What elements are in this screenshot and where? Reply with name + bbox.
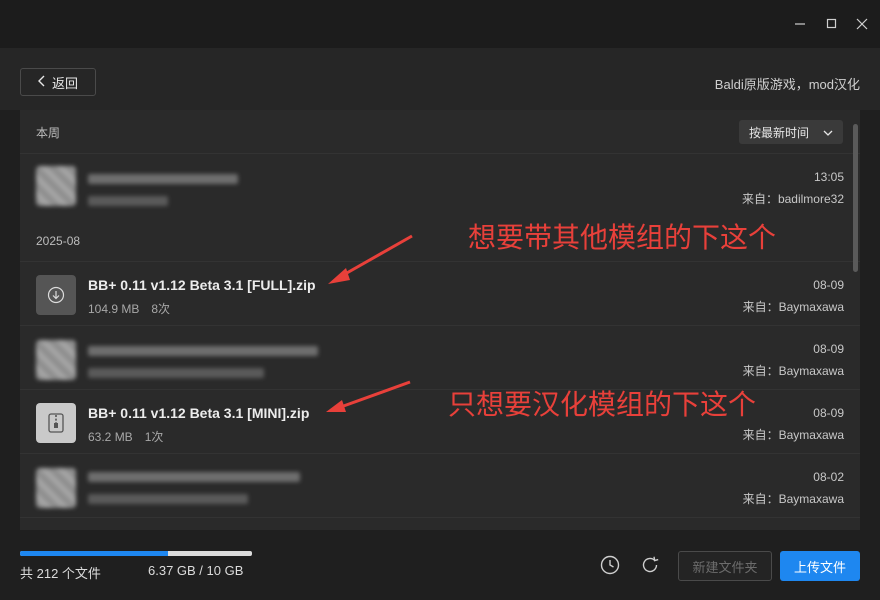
file-size: 63.2 MB <box>88 430 133 444</box>
file-name: BB+ 0.11 v1.12 Beta 3.1 [FULL].zip <box>88 277 316 293</box>
file-source: 来自：Baymaxawa <box>742 428 844 442</box>
file-size: 104.9 MB <box>88 302 140 316</box>
file-source: 来自：Baymaxawa <box>742 300 844 314</box>
download-count: 8次 <box>151 302 171 316</box>
annotation-full: 想要带其他模组的下这个 <box>468 222 777 253</box>
file-thumbnail-icon <box>36 468 76 508</box>
list-item[interactable]: 08-09 来自：Baymaxawa <box>20 325 860 389</box>
file-thumbnail-icon <box>36 166 76 206</box>
minimize-icon[interactable] <box>788 12 812 36</box>
upload-button[interactable]: 上传文件 <box>780 551 860 581</box>
file-meta: 104.9 MB 8次 <box>88 300 170 317</box>
sort-dropdown-label: 按最新时间 <box>749 125 810 140</box>
blurred-meta <box>88 368 264 378</box>
section-header-month: 2025-08 <box>36 234 81 248</box>
scrollbar[interactable] <box>853 124 858 272</box>
storage-progress-bar <box>20 551 252 556</box>
blurred-filename <box>88 174 238 184</box>
file-source: 来自：Baymaxawa <box>742 364 844 378</box>
back-button[interactable]: 返回 <box>20 68 96 96</box>
file-date: 08-09 <box>813 342 844 356</box>
list-item[interactable]: BB+ 0.11 v1.12 Beta 3.1 [FULL].zip 104.9… <box>20 261 860 325</box>
navigation-bar: 返回 Baldi原版游戏，mod汉化 <box>0 48 880 110</box>
footer-bar: 共 212 个文件 6.37 GB / 10 GB 新建文件夹 上传文件 <box>0 530 880 600</box>
download-icon <box>36 275 76 315</box>
list-item[interactable]: 08-02 来自：Baymaxawa <box>20 453 860 517</box>
chevron-down-icon <box>823 125 833 139</box>
breadcrumb: Baldi原版游戏，mod汉化 <box>714 77 860 92</box>
list-item[interactable] <box>20 517 860 530</box>
blurred-meta <box>88 494 248 504</box>
chevron-left-icon <box>37 75 46 90</box>
file-thumbnail-icon <box>36 340 76 380</box>
blurred-filename <box>88 472 300 482</box>
download-count: 1次 <box>144 430 164 444</box>
file-meta: 63.2 MB 1次 <box>88 428 163 445</box>
blurred-meta <box>88 196 168 206</box>
close-icon[interactable] <box>850 12 874 36</box>
list-item[interactable]: 13:05 来自：badilmore32 <box>20 153 860 219</box>
file-date: 08-09 <box>813 406 844 420</box>
annotation-arrow-mini <box>326 380 411 412</box>
new-folder-button[interactable]: 新建文件夹 <box>678 551 772 581</box>
annotation-mini: 只想要汉化模组的下这个 <box>448 389 757 420</box>
file-name: BB+ 0.11 v1.12 Beta 3.1 [MINI].zip <box>88 405 310 421</box>
annotation-arrow-full <box>328 234 413 284</box>
file-date: 13:05 <box>813 170 844 184</box>
refresh-icon[interactable] <box>638 553 662 577</box>
file-count: 共 212 个文件 <box>20 566 101 581</box>
history-icon[interactable] <box>598 553 622 577</box>
blurred-filename <box>88 346 318 356</box>
section-header-week: 本周 <box>36 126 61 140</box>
storage-usage: 6.37 GB / 10 GB <box>148 563 244 578</box>
sort-dropdown[interactable]: 按最新时间 <box>739 120 843 144</box>
zip-icon <box>36 403 76 443</box>
storage-progress-fill <box>20 551 168 556</box>
title-bar <box>0 0 880 48</box>
file-date: 08-09 <box>813 278 844 292</box>
file-list: 本周 按最新时间 13:05 来自：badilmore32 2025-08 BB… <box>20 110 860 530</box>
file-source: 来自：badilmore32 <box>741 192 844 206</box>
maximize-icon[interactable] <box>820 12 844 36</box>
back-button-label: 返回 <box>51 75 78 91</box>
file-source: 来自：Baymaxawa <box>742 492 844 506</box>
file-date: 08-02 <box>813 470 844 484</box>
